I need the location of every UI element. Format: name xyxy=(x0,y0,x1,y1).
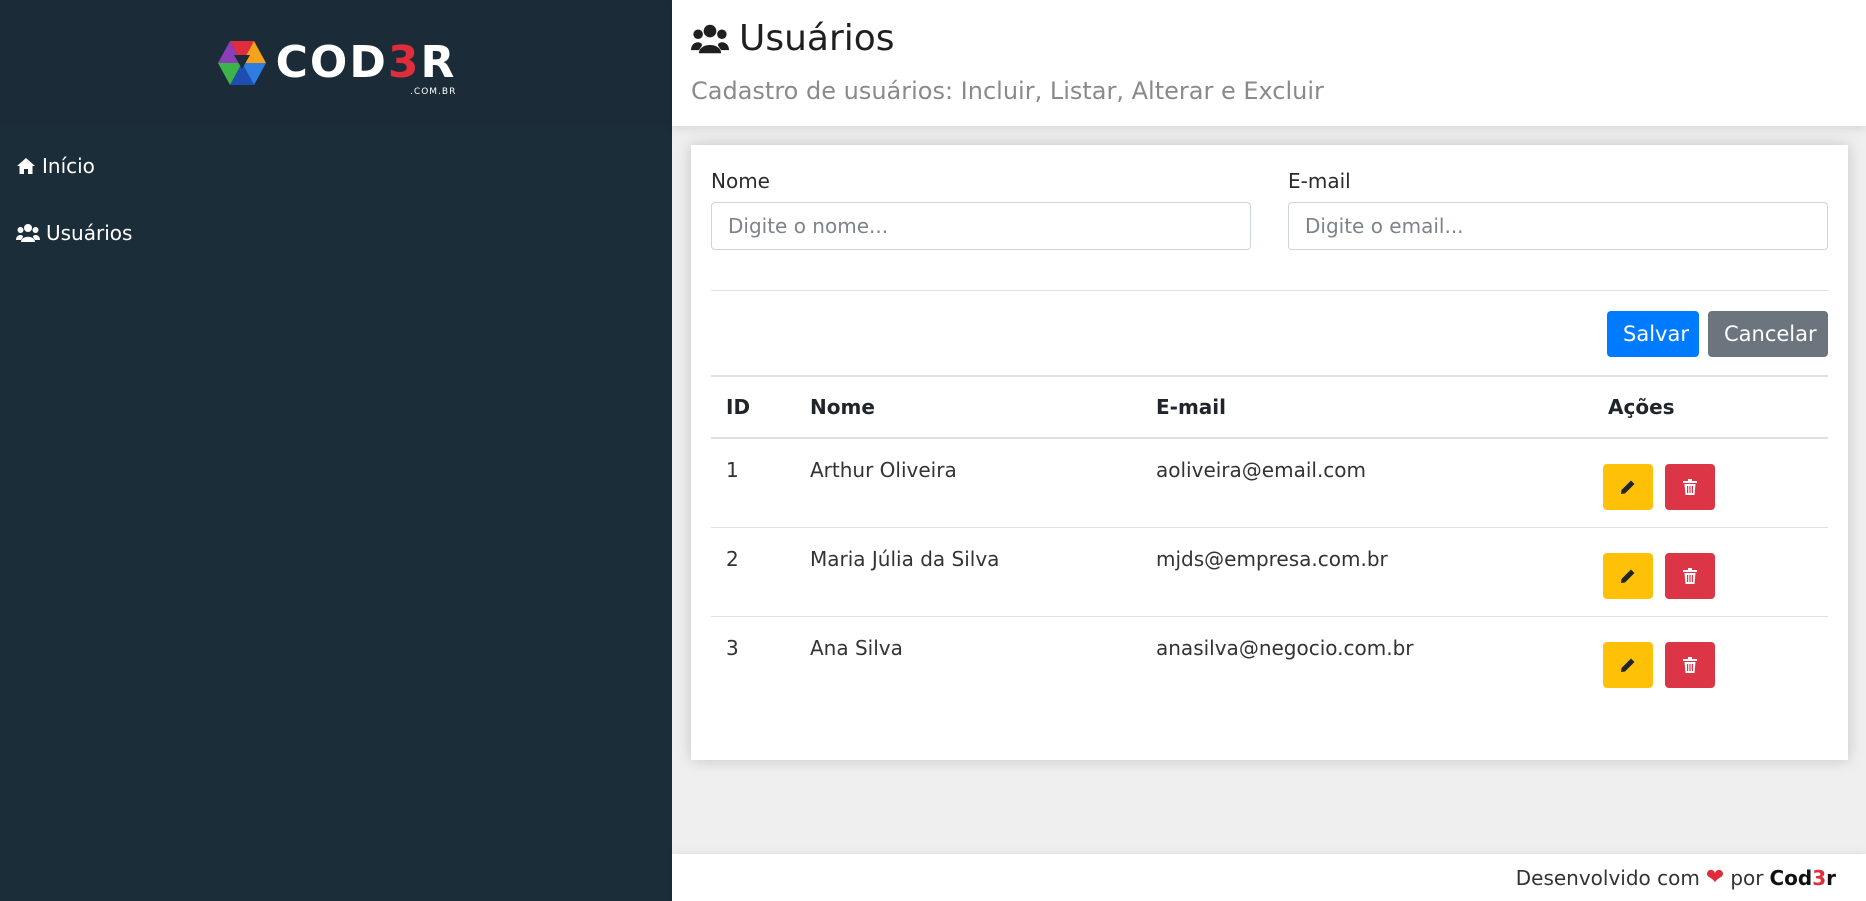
edit-button[interactable] xyxy=(1603,464,1653,510)
column-header-email: E-mail xyxy=(1141,376,1593,439)
home-icon xyxy=(17,157,35,174)
form-divider xyxy=(711,290,1828,291)
users-table: ID Nome E-mail Ações 1 Arthur Oliveira a… xyxy=(711,375,1828,705)
footer-text-por: por xyxy=(1730,865,1764,890)
nome-input[interactable] xyxy=(711,202,1251,250)
footer-text: Desenvolvido com xyxy=(1515,865,1700,890)
email-form-group: E-mail xyxy=(1288,169,1828,250)
cell-nome: Arthur Oliveira xyxy=(795,438,1141,528)
page-header: Usuários Cadastro de usuários: Incluir, … xyxy=(672,0,1866,126)
main-card: Nome E-mail Salvar Cancelar ID Nome E-ma… xyxy=(691,145,1848,760)
sidebar-item-inicio[interactable]: Início xyxy=(0,132,672,199)
table-row: 1 Arthur Oliveira aoliveira@email.com xyxy=(711,438,1828,528)
cell-id: 3 xyxy=(726,635,739,660)
users-icon xyxy=(16,223,40,242)
column-header-acoes: Ações xyxy=(1593,376,1828,439)
logo-hexagon-icon xyxy=(217,41,266,85)
sidebar: COD3R .COM.BR Início Usuários xyxy=(0,0,672,901)
trash-icon xyxy=(1683,479,1698,495)
trash-icon xyxy=(1683,567,1698,584)
cell-nome: Ana Silva xyxy=(810,635,903,660)
edit-button[interactable] xyxy=(1603,641,1653,688)
logo[interactable]: COD3R .COM.BR xyxy=(216,37,457,97)
cell-id: 2 xyxy=(711,527,795,617)
delete-button[interactable] xyxy=(1665,464,1716,510)
pencil-icon xyxy=(1621,658,1635,672)
sidebar-nav: Início Usuários xyxy=(0,126,672,266)
page-title: Usuários xyxy=(691,18,1866,59)
users-icon xyxy=(691,24,729,53)
email-input[interactable] xyxy=(1288,202,1828,250)
table-row: 2 Maria Júlia da Silva mjds@empresa.com.… xyxy=(711,527,1828,617)
logo-text: COD3R .COM.BR xyxy=(275,37,457,97)
cell-actions xyxy=(1593,527,1828,617)
delete-button[interactable] xyxy=(1665,552,1716,599)
column-header-id: ID xyxy=(711,376,795,439)
sidebar-item-usuarios[interactable]: Usuários xyxy=(0,199,672,266)
table-header-row: ID Nome E-mail Ações xyxy=(711,376,1828,439)
email-label: E-mail xyxy=(1288,169,1351,193)
nome-form-group: Nome xyxy=(711,169,1251,250)
sidebar-item-label: Início xyxy=(42,153,95,178)
pencil-icon xyxy=(1621,569,1635,583)
cancel-button[interactable]: Cancelar xyxy=(1708,311,1828,357)
footer: Desenvolvido com ❤ por Cod3r xyxy=(672,854,1866,901)
page-subtitle: Cadastro de usuários: Incluir, Listar, A… xyxy=(691,77,1324,105)
form-actions: Salvar Cancelar xyxy=(711,311,1828,357)
cell-email: mjds@empresa.com.br xyxy=(1141,527,1593,617)
user-form: Nome E-mail xyxy=(711,145,1828,250)
cell-email: aoliveira@email.com xyxy=(1141,438,1593,528)
page-title-text: Usuários xyxy=(739,18,895,59)
cell-id: 1 xyxy=(711,438,795,528)
trash-icon xyxy=(1683,656,1698,673)
logo-subtext: .COM.BR xyxy=(410,87,457,97)
cell-email: anasilva@negocio.com.br xyxy=(1156,635,1414,660)
delete-button[interactable] xyxy=(1665,641,1716,688)
table-row: 3 Ana Silva anasilva@negocio.com.br xyxy=(711,616,1828,705)
logo-area: COD3R .COM.BR xyxy=(0,0,672,126)
cell-actions xyxy=(1593,438,1828,528)
cell-nome: Maria Júlia da Silva xyxy=(795,527,1141,617)
save-button[interactable]: Salvar xyxy=(1607,311,1699,357)
heart-icon: ❤ xyxy=(1705,865,1725,890)
cell-actions xyxy=(1593,616,1828,705)
pencil-icon xyxy=(1621,480,1635,494)
edit-button[interactable] xyxy=(1603,552,1653,599)
footer-brand: Cod3r xyxy=(1769,865,1836,890)
column-header-nome: Nome xyxy=(795,376,1141,439)
nome-label: Nome xyxy=(711,169,770,193)
sidebar-item-label: Usuários xyxy=(46,220,133,245)
